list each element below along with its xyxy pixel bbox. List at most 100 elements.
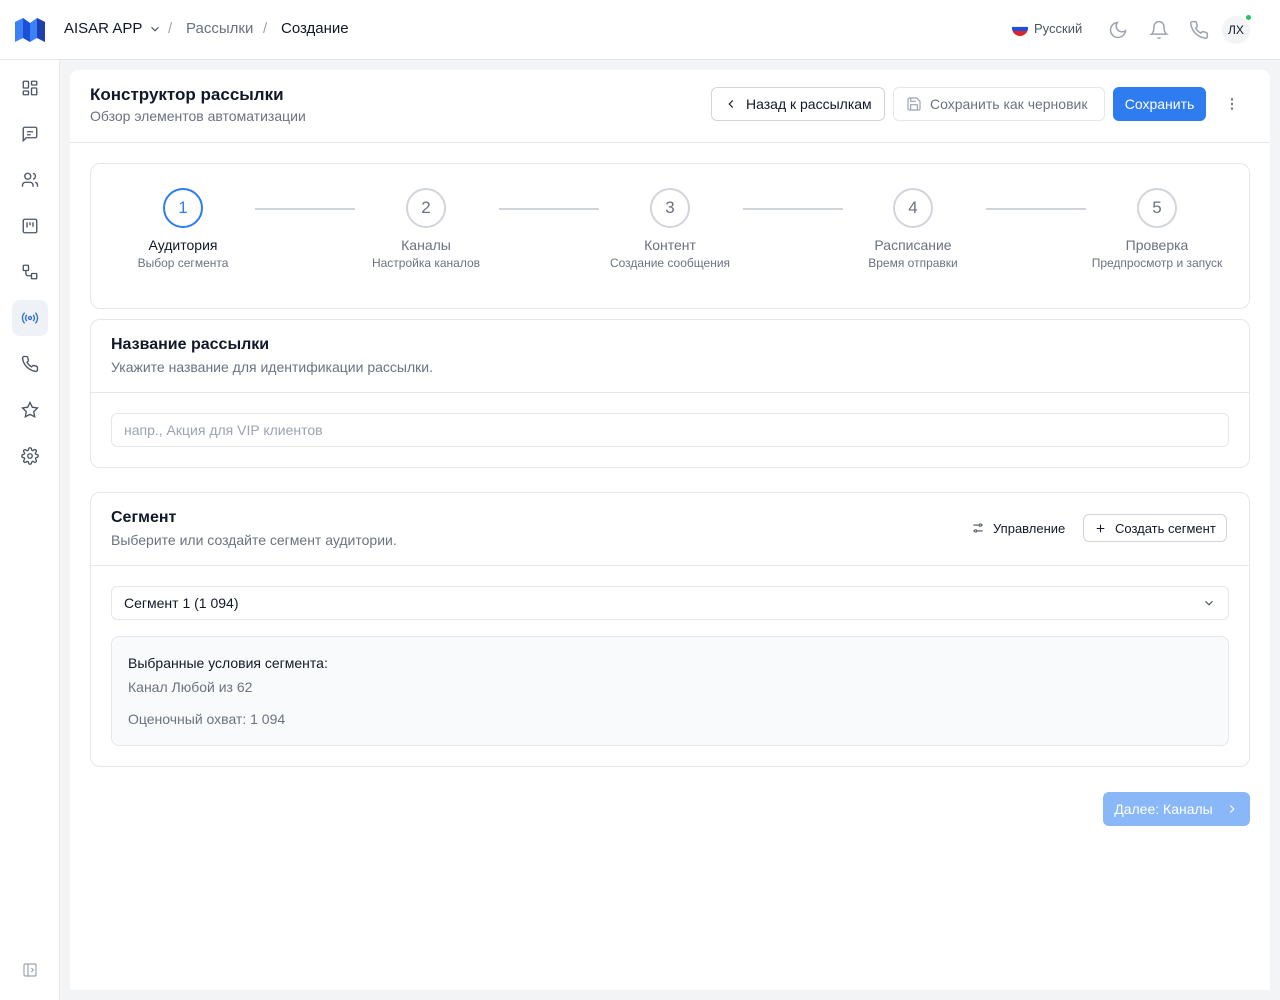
step-content[interactable]: 3 Контент Создание сообщения [590, 188, 750, 270]
sidebar-item-settings[interactable] [12, 438, 48, 474]
step-subtitle: Выбор сегмента [137, 256, 229, 270]
page-title: Конструктор рассылки [90, 85, 284, 104]
breadcrumb-current: Создание [281, 20, 349, 37]
step-audience[interactable]: 1 Аудитория Выбор сегмента [103, 188, 263, 270]
bell-icon[interactable] [1149, 20, 1169, 40]
section-subtitle: Укажите название для идентификации рассы… [111, 359, 433, 375]
russia-flag-icon [1012, 20, 1028, 36]
online-status-indicator [1245, 14, 1252, 21]
sidebar-item-broadcasts[interactable] [12, 300, 48, 336]
next-step-label: Далее: Каналы [1114, 801, 1213, 817]
broadcast-icon [21, 312, 39, 324]
step-title: Аудитория [148, 237, 218, 253]
moon-icon[interactable] [1108, 20, 1128, 40]
manage-label: Управление [993, 520, 1066, 536]
step-connector [499, 208, 599, 210]
step-review[interactable]: 5 Проверка Предпросмотр и запуск [1077, 188, 1237, 270]
floppy-disk-icon [907, 97, 921, 111]
sidebar [0, 60, 60, 1000]
phone-icon [21, 355, 39, 373]
sidebar-item-flows[interactable] [12, 254, 48, 290]
manage-segments-button[interactable]: Управление [971, 514, 1065, 542]
step-connector [986, 208, 1086, 210]
step-title: Контент [644, 237, 696, 253]
back-button-label: Назад к рассылкам [746, 96, 872, 112]
page-header: Конструктор рассылки Обзор элементов авт… [70, 70, 1270, 143]
language-selector[interactable]: Русский [1012, 20, 1082, 36]
step-subtitle: Настройка каналов [371, 256, 481, 270]
step-title: Каналы [401, 237, 451, 253]
step-connector [255, 208, 355, 210]
stepper: 1 Аудитория Выбор сегмента 2 Каналы Наст… [90, 163, 1250, 309]
main-panel: Конструктор рассылки Обзор элементов авт… [70, 70, 1270, 990]
chevron-right-icon [1229, 805, 1235, 813]
broadcast-name-input[interactable] [111, 413, 1229, 447]
save-draft-button[interactable]: Сохранить как черновик [893, 87, 1105, 121]
sidebar-item-messages[interactable] [12, 116, 48, 152]
divider [91, 392, 1249, 393]
broadcast-name-card: Название рассылки Укажите название для и… [90, 319, 1250, 468]
step-number: 3 [650, 188, 690, 228]
conditions-title: Выбранные условия сегмента: [128, 655, 328, 671]
create-segment-button[interactable]: Создать сегмент [1083, 514, 1227, 542]
contacts-icon [21, 172, 39, 187]
save-draft-label: Сохранить как черновик [930, 96, 1088, 112]
step-title: Расписание [874, 237, 952, 253]
board-icon [22, 218, 38, 234]
flow-icon [22, 264, 38, 280]
chevron-left-icon [728, 100, 734, 108]
step-channels[interactable]: 2 Каналы Настройка каналов [346, 188, 506, 270]
section-title: Название рассылки [111, 336, 270, 353]
sidebar-item-dashboard[interactable] [12, 70, 48, 106]
back-to-broadcasts-button[interactable]: Назад к рассылкам [711, 87, 885, 121]
step-number: 5 [1137, 188, 1177, 228]
app-switcher[interactable]: AISAR APP [64, 20, 162, 37]
step-title: Проверка [1125, 237, 1189, 253]
sidebar-item-contacts[interactable] [12, 162, 48, 198]
app-name-label: AISAR APP [64, 20, 143, 37]
divider [91, 565, 1249, 566]
page-subtitle: Обзор элементов автоматизации [90, 108, 306, 124]
condition-text: Канал Любой из 62 [128, 679, 253, 695]
breadcrumb-broadcasts[interactable]: Рассылки [186, 20, 253, 37]
segment-card: Сегмент Выберите или создайте сегмент ау… [90, 492, 1250, 767]
settings-icon [21, 447, 39, 465]
step-subtitle: Время отправки [868, 256, 958, 270]
star-icon [21, 401, 39, 418]
step-subtitle: Создание сообщения [609, 256, 731, 270]
plus-icon [1096, 524, 1105, 532]
breadcrumb-separator: / [168, 20, 173, 37]
chevron-down-icon [1205, 600, 1213, 606]
app-logo-icon[interactable] [14, 16, 46, 44]
topbar: AISAR APP / Рассылки / Создание Русский … [0, 0, 1280, 60]
section-subtitle: Выберите или создайте сегмент аудитории. [111, 532, 397, 548]
create-segment-label: Создать сегмент [1115, 520, 1216, 536]
next-step-button[interactable]: Далее: Каналы [1103, 792, 1250, 826]
segment-select[interactable]: Сегмент 1 (1 094) [111, 586, 1229, 620]
sidebar-item-calls[interactable] [12, 346, 48, 382]
step-number: 1 [163, 188, 203, 228]
phone-icon[interactable] [1189, 20, 1209, 40]
sliders-icon [973, 523, 983, 533]
sidebar-collapse-button[interactable] [12, 952, 48, 988]
sidebar-collapse-icon [23, 963, 37, 977]
sidebar-item-board[interactable] [12, 208, 48, 244]
chevron-down-icon [151, 26, 160, 32]
step-number: 2 [406, 188, 446, 228]
section-title: Сегмент [111, 509, 177, 526]
messages-icon [22, 126, 38, 143]
segment-select-value: Сегмент 1 (1 094) [124, 595, 239, 611]
step-number: 4 [893, 188, 933, 228]
avatar[interactable]: ЛХ [1222, 14, 1252, 44]
dashboard-icon [22, 80, 38, 96]
language-label: Русский [1034, 20, 1083, 36]
step-connector [743, 208, 843, 210]
segment-conditions-box: Выбранные условия сегмента: Канал Любой … [111, 636, 1229, 746]
step-subtitle: Предпросмотр и запуск [1091, 256, 1223, 270]
step-schedule[interactable]: 4 Расписание Время отправки [833, 188, 993, 270]
sidebar-item-favorites[interactable] [12, 392, 48, 428]
more-options-icon[interactable] [1222, 94, 1242, 114]
breadcrumb-separator: / [263, 20, 268, 37]
save-button[interactable]: Сохранить [1113, 87, 1206, 121]
save-label: Сохранить [1124, 96, 1195, 112]
